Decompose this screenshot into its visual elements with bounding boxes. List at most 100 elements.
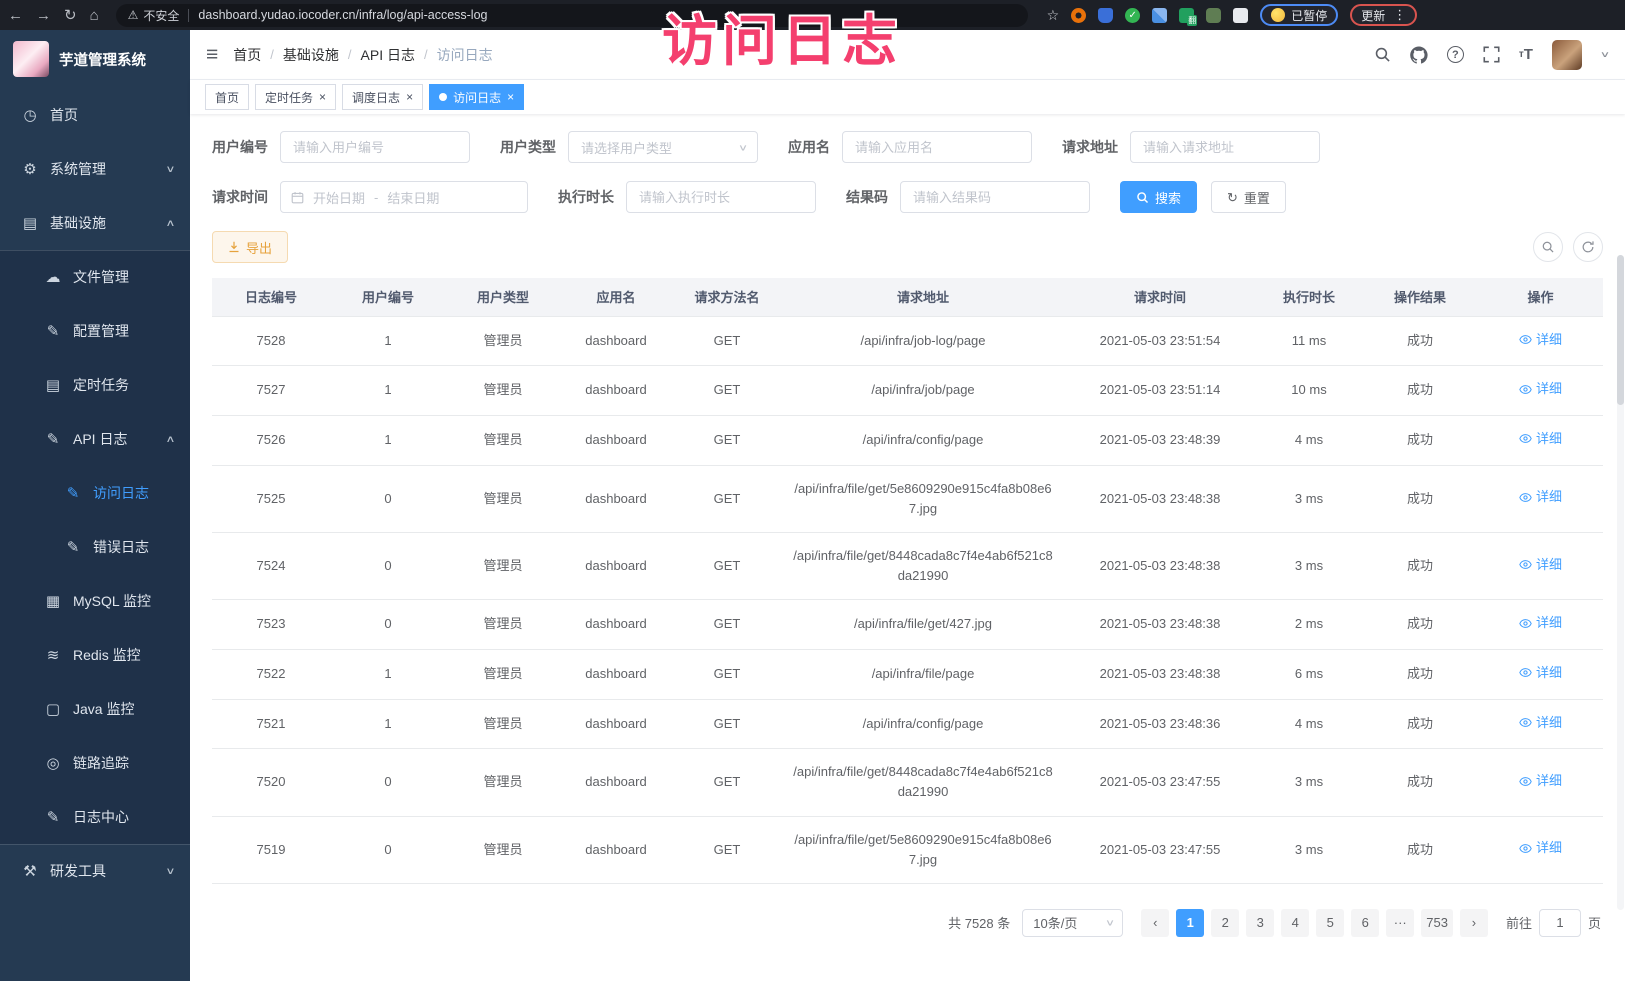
detail-link[interactable]: 详细: [1519, 771, 1562, 791]
page-button-6[interactable]: 6: [1351, 909, 1379, 937]
extension-check-icon[interactable]: [1125, 8, 1140, 23]
result-code-input[interactable]: [900, 181, 1090, 213]
sidebar-item-home[interactable]: ◷首页: [0, 88, 190, 142]
font-size-icon[interactable]: тT: [1519, 46, 1533, 63]
page-size-select[interactable]: 10条/页 ∨: [1022, 909, 1123, 937]
address-bar[interactable]: ⚠ 不安全 dashboard.yudao.iocoder.cn/infra/l…: [116, 4, 1028, 27]
breadcrumb-item[interactable]: 首页: [233, 45, 261, 65]
user-id-input[interactable]: [280, 131, 470, 163]
browser-menu-icon[interactable]: ⋮: [1393, 7, 1406, 23]
detail-link[interactable]: 详细: [1519, 379, 1562, 399]
detail-link[interactable]: 详细: [1519, 713, 1562, 733]
cell-duration: 3 ms: [1256, 532, 1362, 599]
sidebar-item-system[interactable]: ⚙系统管理∨: [0, 142, 190, 196]
tab-调度日志[interactable]: 调度日志×: [342, 84, 423, 110]
close-tab-icon[interactable]: ×: [319, 91, 326, 103]
browser-home-icon[interactable]: ⌂: [90, 8, 99, 23]
duration-input[interactable]: [626, 181, 816, 213]
page-button-1[interactable]: 1: [1176, 909, 1204, 937]
close-tab-icon[interactable]: ×: [507, 91, 514, 103]
page-button-4[interactable]: 4: [1281, 909, 1309, 937]
extension-shield-icon[interactable]: [1098, 8, 1113, 23]
close-tab-icon[interactable]: ×: [406, 91, 413, 103]
extension-grid-icon[interactable]: [1152, 8, 1167, 23]
sidebar-item-config[interactable]: ✎配置管理: [0, 304, 190, 358]
sidebar-item-mysql[interactable]: ▦MySQL 监控: [0, 574, 190, 628]
refresh-table-button[interactable]: [1573, 232, 1603, 262]
page-button-753[interactable]: 753: [1421, 909, 1453, 937]
extension-orange-icon[interactable]: [1071, 8, 1086, 23]
search-icon[interactable]: [1374, 46, 1391, 63]
prev-page-button[interactable]: ‹: [1141, 909, 1169, 937]
detail-link[interactable]: 详细: [1519, 838, 1562, 858]
sidebar-item-log-center[interactable]: ✎日志中心: [0, 790, 190, 844]
user-type-select[interactable]: 请选择用户类型 ∨: [568, 131, 758, 163]
cell-result: 成功: [1362, 600, 1478, 650]
extension-translate-icon[interactable]: 翻: [1179, 8, 1194, 23]
bookmark-star-icon[interactable]: ☆: [1047, 7, 1060, 24]
sidebar-item-devtools[interactable]: ⚒研发工具∨: [0, 844, 190, 898]
sidebar-item-infra[interactable]: ▤基础设施∧: [0, 196, 190, 250]
goto-page-input[interactable]: [1539, 909, 1581, 937]
export-button[interactable]: 导出: [212, 231, 288, 263]
app-name-input[interactable]: [842, 131, 1032, 163]
sidebar-item-java[interactable]: ▢Java 监控: [0, 682, 190, 736]
scrollbar-track[interactable]: [1617, 255, 1624, 910]
sidebar-item-file[interactable]: ☁文件管理: [0, 250, 190, 304]
security-chip[interactable]: ⚠ 不安全: [128, 7, 180, 24]
tab-首页[interactable]: 首页: [205, 84, 249, 110]
sidebar-item-job[interactable]: ▤定时任务: [0, 358, 190, 412]
breadcrumb-item[interactable]: 基础设施: [283, 45, 339, 65]
detail-link[interactable]: 详细: [1519, 663, 1562, 683]
reset-button[interactable]: ↻ 重置: [1211, 181, 1286, 213]
tab-定时任务[interactable]: 定时任务×: [255, 84, 336, 110]
detail-link[interactable]: 详细: [1519, 613, 1562, 633]
sidebar-item-error-log[interactable]: ✎错误日志: [0, 520, 190, 574]
cell-result: 成功: [1362, 749, 1478, 816]
scrollbar-thumb[interactable]: [1617, 255, 1624, 405]
sidebar-item-redis[interactable]: ≋Redis 监控: [0, 628, 190, 682]
cell-duration: 4 ms: [1256, 699, 1362, 749]
sidebar-item-api-log[interactable]: ✎API 日志∧: [0, 412, 190, 466]
fullscreen-icon[interactable]: [1483, 46, 1500, 63]
extensions-puzzle-icon[interactable]: [1233, 8, 1248, 23]
browser-update-button[interactable]: 更新 ⋮: [1350, 4, 1417, 26]
sidebar-item-trace[interactable]: ◎链路追踪: [0, 736, 190, 790]
cell-method: GET: [672, 816, 782, 883]
chevron-down-icon[interactable]: ∨: [1600, 50, 1610, 60]
browser-back-icon[interactable]: ←: [8, 8, 23, 23]
extension-leaf-icon[interactable]: [1206, 8, 1221, 23]
toggle-search-button[interactable]: [1533, 232, 1563, 262]
page-button-3[interactable]: 3: [1246, 909, 1274, 937]
github-icon[interactable]: [1410, 46, 1428, 64]
detail-link[interactable]: 详细: [1519, 555, 1562, 575]
profile-paused-pill[interactable]: 已暂停: [1260, 4, 1338, 26]
user-avatar[interactable]: [1552, 40, 1582, 70]
eye-icon: [1519, 666, 1532, 679]
pager: ‹ 123456···753 ›: [1141, 909, 1488, 937]
collapse-sidebar-icon[interactable]: ≡: [206, 43, 218, 67]
sidebar-logo[interactable]: 芋道管理系统: [0, 30, 190, 88]
sidebar: 芋道管理系统 ◷首页⚙系统管理∨▤基础设施∧☁文件管理✎配置管理▤定时任务✎AP…: [0, 30, 190, 981]
detail-link[interactable]: 详细: [1519, 429, 1562, 449]
browser-forward-icon[interactable]: →: [36, 8, 51, 23]
detail-link[interactable]: 详细: [1519, 330, 1562, 350]
next-page-button[interactable]: ›: [1460, 909, 1488, 937]
schedule-icon: ▤: [44, 376, 62, 394]
refresh-icon: ↻: [1227, 191, 1238, 204]
page-button-2[interactable]: 2: [1211, 909, 1239, 937]
request-url-input[interactable]: [1130, 131, 1320, 163]
pager-ellipsis[interactable]: ···: [1386, 909, 1414, 937]
tab-访问日志[interactable]: 访问日志×: [429, 84, 524, 110]
search-button[interactable]: 搜索: [1120, 181, 1197, 213]
page-button-5[interactable]: 5: [1316, 909, 1344, 937]
cell-time: 2021-05-03 23:48:36: [1064, 699, 1256, 749]
breadcrumb-item[interactable]: API 日志: [361, 45, 415, 65]
detail-link[interactable]: 详细: [1519, 487, 1562, 507]
help-icon[interactable]: ?: [1447, 46, 1464, 63]
goto-suffix: 页: [1588, 913, 1601, 932]
date-range-picker[interactable]: 开始日期 - 结束日期: [280, 181, 528, 213]
cell-app: dashboard: [560, 316, 672, 366]
sidebar-item-access-log[interactable]: ✎访问日志: [0, 466, 190, 520]
browser-reload-icon[interactable]: ↻: [64, 8, 77, 23]
